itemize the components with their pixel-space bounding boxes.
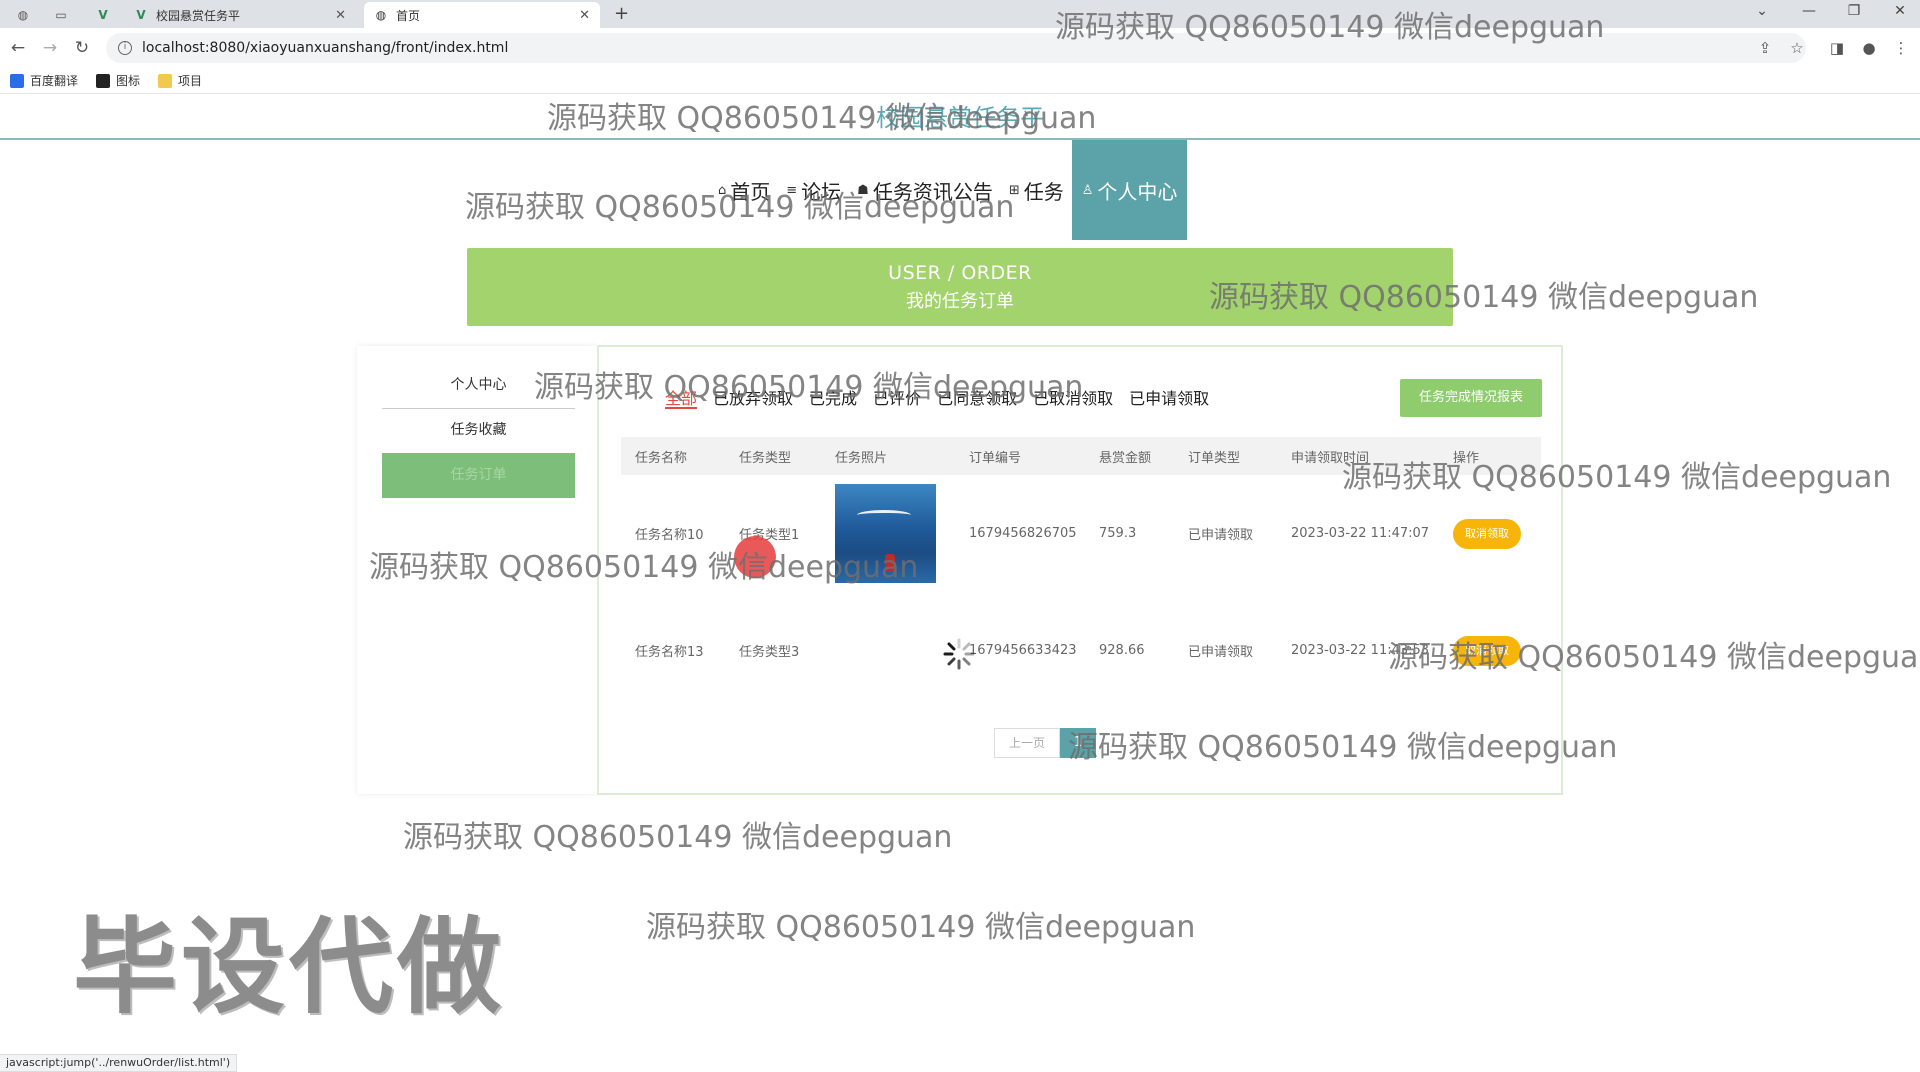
watermark-text: 源码获取 QQ86050149 微信deepguan bbox=[403, 820, 953, 855]
restore-button[interactable]: ❐ bbox=[1840, 3, 1868, 19]
task-report-button[interactable]: 任务完成情况报表 bbox=[1400, 379, 1542, 417]
cancel-claim-button[interactable]: 取消领取 bbox=[1453, 518, 1521, 549]
close-icon[interactable]: ✕ bbox=[579, 8, 590, 23]
browser-tab-bar: ◍ ▭ V V 校园悬赏任务平 ✕ ◍ 首页 ✕ + ⌄ — ❐ ✕ bbox=[0, 0, 1920, 28]
status-bar-url: javascript:jump('../renwuOrder/list.html… bbox=[0, 1054, 238, 1072]
site-info-icon[interactable]: i bbox=[118, 41, 132, 55]
bookmark-baidu-translate[interactable]: 百度翻译 bbox=[10, 72, 78, 89]
watermark-text: 源码获取 QQ86050149 微信deepguan bbox=[1342, 460, 1892, 495]
browser-tab-2[interactable]: ◍ 首页 ✕ bbox=[364, 2, 600, 28]
task-name-cell: 任务名称13 bbox=[635, 645, 704, 660]
wave-decoration bbox=[857, 510, 911, 520]
nav-label: 个人中心 bbox=[1097, 179, 1178, 204]
column-header: 订单编号 bbox=[955, 437, 1085, 475]
side-panel-icon[interactable]: ◨ bbox=[1824, 36, 1850, 60]
watermark-text: 源码获取 QQ86050149 微信deepguan bbox=[369, 550, 919, 585]
bookmarks-bar: 百度翻译 图标 项目 bbox=[0, 68, 1920, 94]
watermark-text: 源码获取 QQ86050149 微信deepguan bbox=[547, 101, 1097, 136]
url-text: localhost:8080/xiaoyuanxuanshang/front/i… bbox=[142, 40, 509, 56]
vue-icon: V bbox=[136, 8, 146, 22]
menu-kebab-icon[interactable]: ⋮ bbox=[1888, 36, 1914, 60]
translate-icon bbox=[10, 73, 24, 88]
new-tab-button[interactable]: + bbox=[614, 3, 629, 24]
task-photo-cell bbox=[821, 592, 955, 709]
amount-cell: 759.3 bbox=[1099, 526, 1137, 541]
address-bar-row: ← → ↻ i localhost:8080/xiaoyuanxuanshang… bbox=[0, 28, 1920, 68]
back-arrow-icon[interactable]: ← bbox=[6, 36, 30, 60]
close-icon[interactable]: ✕ bbox=[335, 8, 346, 23]
big-watermark: 毕设代做 bbox=[73, 906, 506, 1028]
tab-search-chevron-icon[interactable]: ⌄ bbox=[1748, 3, 1776, 19]
window-close-button[interactable]: ✕ bbox=[1886, 3, 1914, 19]
folder-icon bbox=[158, 73, 173, 88]
column-header: 悬赏金额 bbox=[1085, 437, 1174, 475]
loading-spinner-icon bbox=[943, 638, 975, 670]
forward-arrow-icon[interactable]: → bbox=[38, 36, 62, 60]
watermark-text: 源码获取 QQ86050149 微信deepguan bbox=[1055, 10, 1605, 45]
amount-cell: 928.66 bbox=[1099, 643, 1145, 658]
globe-icon: ◍ bbox=[375, 8, 387, 22]
watermark-text: 源码获取 QQ86050149 微信deepguan bbox=[1388, 640, 1920, 675]
watermark-text: 源码获取 QQ86050149 微信deepguan bbox=[465, 190, 1015, 225]
sidebar-item-favorites[interactable]: 任务收藏 bbox=[382, 408, 575, 453]
bookmark-projects[interactable]: 项目 bbox=[158, 72, 202, 89]
status-tab-applied[interactable]: 已申请领取 bbox=[1129, 385, 1209, 409]
nav-label: 任务 bbox=[1023, 179, 1064, 204]
prev-page-button[interactable]: 上一页 bbox=[994, 728, 1060, 758]
bookmark-label: 项目 bbox=[178, 74, 203, 88]
tab-title: 首页 bbox=[396, 8, 421, 23]
share-icon[interactable]: ⇪ bbox=[1752, 36, 1778, 60]
minimize-button[interactable]: — bbox=[1795, 3, 1823, 19]
user-icon: ♙ bbox=[1081, 182, 1094, 198]
pinned-tab-blank-icon[interactable]: ▭ bbox=[46, 4, 76, 26]
pinned-tab-globe-icon[interactable]: ◍ bbox=[8, 4, 38, 26]
watermark-text: 源码获取 QQ86050149 微信deepguan bbox=[1209, 280, 1759, 315]
watermark-text: 源码获取 QQ86050149 微信deepguan bbox=[534, 370, 1084, 405]
order-type-cell: 已申请领取 bbox=[1188, 528, 1254, 543]
column-header: 任务名称 bbox=[621, 437, 725, 475]
bookmark-star-icon[interactable]: ☆ bbox=[1784, 36, 1810, 60]
pinned-tab-vue-icon[interactable]: V bbox=[88, 4, 118, 26]
column-header: 订单类型 bbox=[1174, 437, 1277, 475]
column-header: 任务类型 bbox=[725, 437, 821, 475]
bookmark-label: 百度翻译 bbox=[30, 74, 79, 88]
watermark-text: 源码获取 QQ86050149 微信deepguan bbox=[646, 910, 1196, 945]
bookmark-icons[interactable]: 图标 bbox=[96, 72, 140, 89]
browser-tab-1[interactable]: V 校园悬赏任务平 ✕ bbox=[124, 2, 356, 28]
tab-title: 校园悬赏任务平 bbox=[156, 8, 241, 23]
watermark-text: 源码获取 QQ86050149 微信deepguan bbox=[1068, 730, 1618, 765]
profile-avatar-icon[interactable]: ● bbox=[1856, 36, 1882, 60]
column-header: 任务照片 bbox=[821, 437, 955, 475]
nav-user-center[interactable]: ♙ 个人中心 bbox=[1071, 140, 1188, 240]
order-number-cell: 1679456826705 bbox=[969, 526, 1077, 541]
reload-icon[interactable]: ↻ bbox=[70, 36, 94, 60]
task-type-cell: 任务类型3 bbox=[739, 645, 800, 660]
sidebar-item-orders[interactable]: 任务订单 bbox=[382, 453, 575, 498]
image-icon bbox=[96, 73, 111, 88]
bookmark-label: 图标 bbox=[116, 74, 141, 88]
order-type-cell: 已申请领取 bbox=[1188, 645, 1254, 660]
